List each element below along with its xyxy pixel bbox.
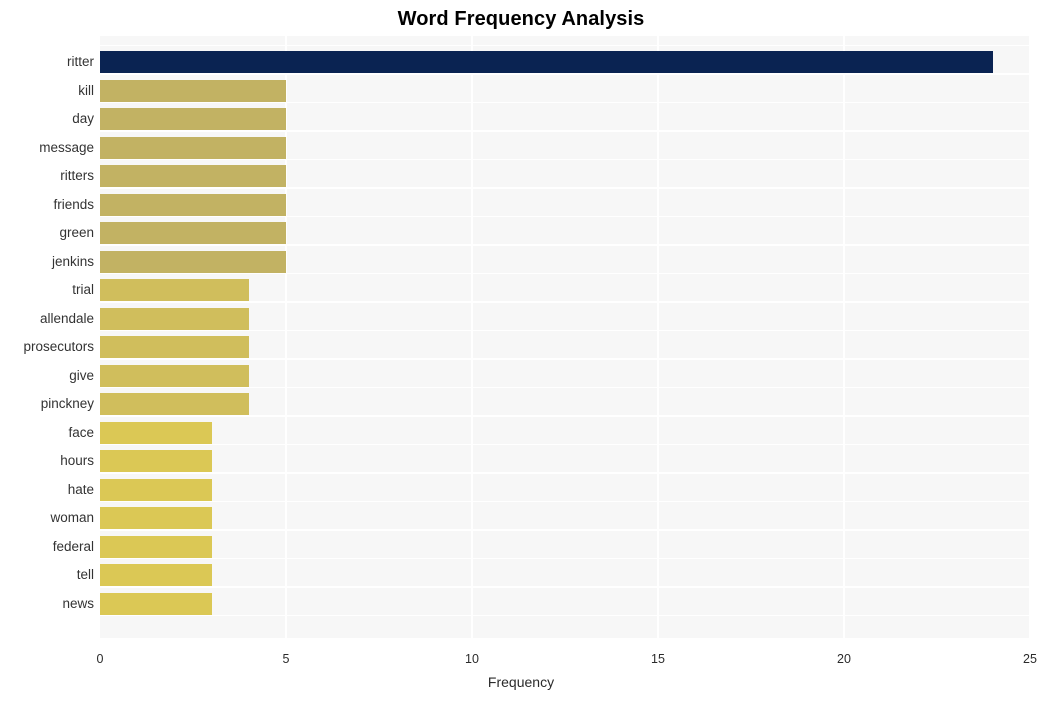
bar-day[interactable] — [100, 108, 286, 131]
bar-ritters[interactable] — [100, 165, 286, 188]
x-axis-tick-5: 5 — [282, 652, 290, 666]
y-axis-label-pinckney: pinckney — [40, 396, 94, 412]
plot-area — [100, 36, 1031, 638]
bar-row — [100, 504, 1030, 533]
bar-row — [100, 219, 1030, 248]
bar-row — [100, 447, 1030, 476]
bar-row — [100, 390, 1030, 419]
gridline-horizontal — [100, 44, 1030, 47]
y-axis-label-hours: hours — [60, 453, 94, 469]
bar-row — [100, 561, 1030, 590]
bar-row — [100, 162, 1030, 191]
bar-row — [100, 419, 1030, 448]
y-axis-label-jenkins: jenkins — [51, 253, 94, 269]
y-axis-label-ritters: ritters — [60, 168, 94, 184]
y-axis-label-message: message — [39, 139, 94, 155]
bar-hate[interactable] — [100, 478, 212, 501]
bar-trial[interactable] — [100, 279, 249, 302]
bar-friends[interactable] — [100, 193, 286, 216]
bar-tell[interactable] — [100, 564, 212, 587]
bar-federal[interactable] — [100, 535, 212, 558]
y-axis-label-federal: federal — [52, 538, 94, 554]
y-axis-label-prosecutors: prosecutors — [23, 339, 94, 355]
bar-ritter[interactable] — [100, 51, 993, 74]
bar-row — [100, 105, 1030, 134]
x-axis-tick-20: 20 — [837, 652, 851, 666]
bar-row — [100, 276, 1030, 305]
bar-row — [100, 590, 1030, 619]
bar-row — [100, 305, 1030, 334]
bar-prosecutors[interactable] — [100, 336, 249, 359]
y-axis-category-labels: ritter kill day message ritters friends green j… — [0, 36, 94, 638]
x-axis-tick-15: 15 — [651, 652, 665, 666]
y-axis-label-woman: woman — [50, 510, 94, 526]
bar-row — [100, 134, 1030, 163]
bar-row — [100, 362, 1030, 391]
y-axis-label-friends: friends — [53, 196, 94, 212]
bar-row — [100, 533, 1030, 562]
bar-row — [100, 476, 1030, 505]
y-axis-label-tell: tell — [76, 567, 94, 583]
y-axis-label-ritter: ritter — [67, 54, 94, 70]
bar-message[interactable] — [100, 136, 286, 159]
x-axis-tick-0: 0 — [96, 652, 104, 666]
bar-row — [100, 77, 1030, 106]
x-axis-title: Frequency — [487, 674, 555, 690]
x-axis-tick-25: 25 — [1023, 652, 1037, 666]
bar-row — [100, 248, 1030, 277]
y-axis-label-trial: trial — [72, 282, 94, 298]
bar-row — [100, 333, 1030, 362]
word-frequency-chart: Word Frequency Analysis ritter kill day mes… — [0, 0, 1042, 701]
y-axis-label-green: green — [59, 225, 94, 241]
bar-woman[interactable] — [100, 507, 212, 530]
bar-hours[interactable] — [100, 450, 212, 473]
y-axis-label-news: news — [62, 595, 94, 611]
bar-give[interactable] — [100, 364, 249, 387]
y-axis-label-allendale: allendale — [39, 310, 94, 326]
bar-row — [100, 48, 1030, 77]
bar-jenkins[interactable] — [100, 250, 286, 273]
y-axis-label-day: day — [72, 111, 94, 127]
bar-kill[interactable] — [100, 79, 286, 102]
bar-allendale[interactable] — [100, 307, 249, 330]
y-axis-label-hate: hate — [67, 481, 94, 497]
bar-green[interactable] — [100, 222, 286, 245]
y-axis-label-give: give — [69, 367, 94, 383]
y-axis-label-kill: kill — [78, 82, 94, 98]
x-axis-tick-10: 10 — [465, 652, 479, 666]
bar-news[interactable] — [100, 592, 212, 615]
bar-pinckney[interactable] — [100, 393, 249, 416]
bar-row — [100, 191, 1030, 220]
bar-face[interactable] — [100, 421, 212, 444]
chart-title: Word Frequency Analysis — [397, 8, 645, 30]
x-axis-ticks: 0 5 10 15 20 25 — [0, 638, 1042, 678]
y-axis-label-face: face — [68, 424, 94, 440]
